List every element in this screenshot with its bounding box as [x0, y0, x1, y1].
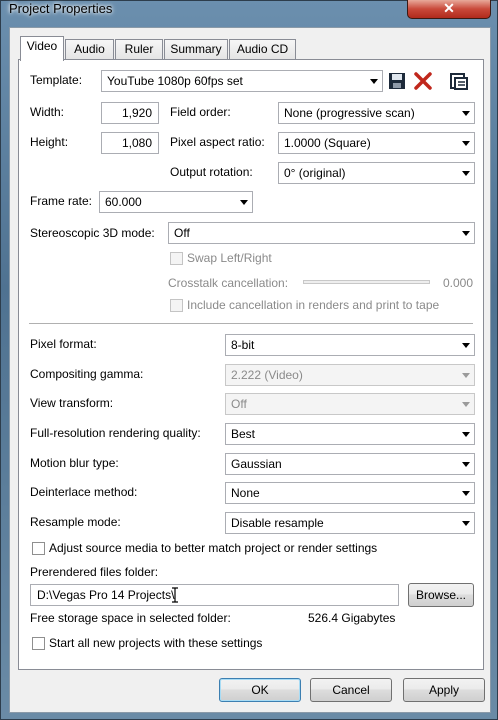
- frame-rate-select[interactable]: 60.000: [99, 191, 253, 213]
- dialog-window: Project Properties ✕ Video Audio Ruler S…: [0, 0, 498, 720]
- chevron-down-icon: [462, 343, 470, 348]
- tab-summary[interactable]: Summary: [164, 39, 228, 60]
- crosstalk-value: 0.000: [443, 276, 474, 290]
- resample-label: Resample mode:: [30, 515, 121, 529]
- output-rotation-select[interactable]: 0° (original): [278, 162, 475, 184]
- pixel-aspect-select[interactable]: 1.0000 (Square): [278, 132, 475, 154]
- render-quality-select[interactable]: Best: [225, 423, 475, 445]
- render-quality-label: Full-resolution rendering quality:: [30, 426, 201, 440]
- pixel-format-label: Pixel format:: [30, 337, 97, 351]
- pixel-aspect-label: Pixel aspect ratio:: [170, 135, 265, 149]
- tab-video[interactable]: Video: [20, 36, 64, 61]
- adjust-media-checkbox[interactable]: [32, 542, 45, 555]
- field-order-select[interactable]: None (progressive scan): [278, 102, 475, 124]
- chevron-down-icon: [462, 373, 470, 378]
- height-input[interactable]: 1,080: [101, 132, 159, 154]
- chevron-down-icon: [462, 462, 470, 467]
- chevron-down-icon: [462, 402, 470, 407]
- window-title: Project Properties: [9, 1, 113, 16]
- stereo-select[interactable]: Off: [168, 222, 475, 244]
- view-transform-label: View transform:: [30, 396, 114, 410]
- dialog-client: Video Audio Ruler Summary Audio CD Templ…: [9, 27, 491, 713]
- video-tab-panel: Template: YouTube 1080p 60fps set Width:…: [18, 59, 484, 670]
- swap-checkbox[interactable]: [170, 252, 183, 265]
- deinterlace-select[interactable]: None: [225, 482, 475, 504]
- browse-button[interactable]: Browse...: [408, 583, 474, 607]
- start-all-label: Start all new projects with these settin…: [49, 636, 263, 650]
- pixel-format-select[interactable]: 8-bit: [225, 334, 475, 356]
- crosstalk-slider[interactable]: [303, 280, 430, 284]
- prerendered-folder-input[interactable]: D:\Vegas Pro 14 Projects\: [30, 584, 399, 606]
- tab-ruler[interactable]: Ruler: [115, 39, 163, 60]
- width-label: Width:: [30, 105, 65, 119]
- template-select[interactable]: YouTube 1080p 60fps set: [101, 70, 383, 92]
- resample-select[interactable]: Disable resample: [225, 512, 475, 534]
- tab-audio-cd[interactable]: Audio CD: [229, 39, 296, 60]
- chevron-down-icon: [462, 432, 470, 437]
- frame-rate-label: Frame rate:: [30, 194, 93, 208]
- chevron-down-icon: [462, 521, 470, 526]
- chevron-down-icon: [462, 141, 470, 146]
- close-icon: ✕: [443, 0, 455, 16]
- prerendered-label: Prerendered files folder:: [30, 565, 159, 579]
- view-transform-select[interactable]: Off: [225, 393, 475, 415]
- chevron-down-icon: [370, 79, 378, 84]
- chevron-down-icon: [240, 200, 248, 205]
- crosstalk-label: Crosstalk cancellation:: [168, 276, 289, 290]
- height-label: Height:: [30, 135, 69, 149]
- deinterlace-label: Deinterlace method:: [30, 485, 138, 499]
- include-cancellation-label: Include cancellation in renders and prin…: [187, 298, 440, 312]
- stereo-label: Stereoscopic 3D mode:: [30, 226, 155, 240]
- template-info-icon[interactable]: [449, 71, 469, 91]
- include-cancellation-checkbox[interactable]: [170, 299, 183, 312]
- section-divider: [29, 323, 473, 325]
- close-button[interactable]: ✕: [407, 0, 491, 19]
- title-bar[interactable]: Project Properties ✕: [1, 0, 497, 23]
- motion-blur-select[interactable]: Gaussian: [225, 453, 475, 475]
- free-space-value: 526.4 Gigabytes: [308, 611, 396, 625]
- field-order-label: Field order:: [170, 105, 231, 119]
- text-cursor-icon: [172, 587, 178, 603]
- chevron-down-icon: [462, 111, 470, 116]
- start-all-checkbox[interactable]: [32, 637, 45, 650]
- template-label: Template:: [30, 73, 83, 87]
- tab-audio[interactable]: Audio: [65, 39, 114, 60]
- chevron-down-icon: [462, 231, 470, 236]
- compositing-gamma-select[interactable]: 2.222 (Video): [225, 364, 475, 386]
- adjust-media-label: Adjust source media to better match proj…: [49, 541, 378, 555]
- motion-blur-label: Motion blur type:: [30, 456, 119, 470]
- width-input[interactable]: 1,920: [101, 102, 159, 124]
- delete-icon[interactable]: [413, 71, 433, 91]
- ok-button[interactable]: OK: [219, 678, 301, 702]
- chevron-down-icon: [462, 171, 470, 176]
- apply-button[interactable]: Apply: [403, 678, 485, 702]
- output-rotation-label: Output rotation:: [170, 165, 253, 179]
- swap-label: Swap Left/Right: [187, 251, 272, 265]
- cancel-button[interactable]: Cancel: [310, 678, 392, 702]
- save-icon[interactable]: [387, 71, 407, 91]
- chevron-down-icon: [462, 491, 470, 496]
- free-space-label: Free storage space in selected folder:: [30, 611, 231, 625]
- compositing-gamma-label: Compositing gamma:: [30, 367, 144, 381]
